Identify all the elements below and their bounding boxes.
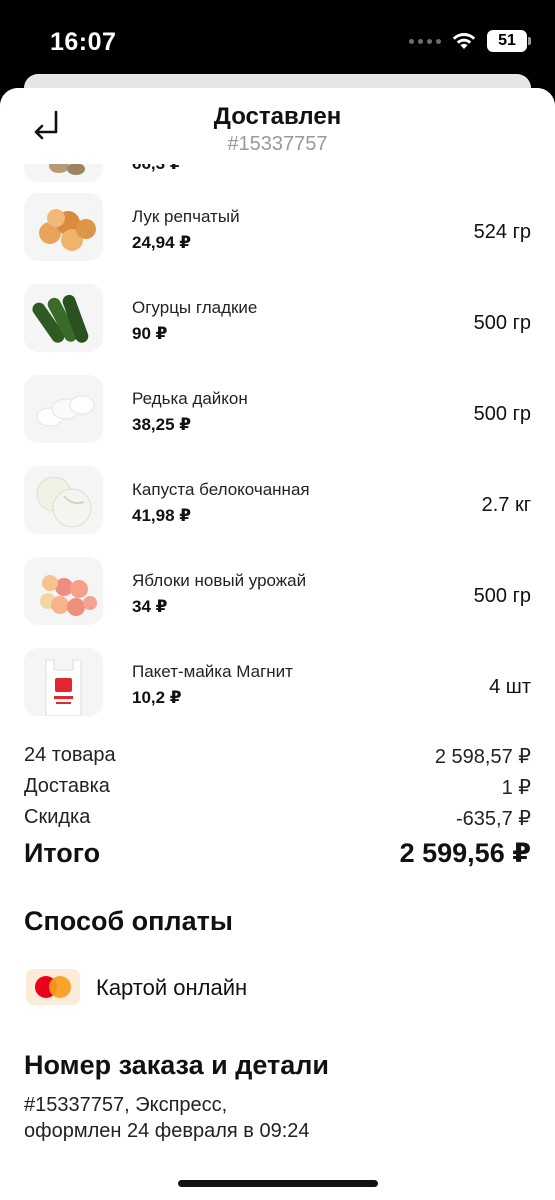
apple-image (24, 557, 103, 625)
item-quantity: 500 гр (473, 312, 531, 334)
order-details-line2: оформлен 24 февраля в 09:24 (24, 1120, 310, 1142)
goods-sum-value: 2 598,57 ₽ (434, 746, 531, 768)
list-item[interactable]: Редька дайкон 38,25 ₽ 500 гр (0, 375, 555, 445)
summary-goods-row: 24 товара 2 598,57 ₽ (24, 744, 531, 769)
wifi-icon (452, 33, 476, 49)
item-quantity: 524 гр (473, 221, 531, 243)
item-quantity: 500 гр (473, 403, 531, 425)
item-name: Капуста белокочанная (132, 480, 310, 499)
daikon-image (24, 375, 103, 443)
payment-section-title: Способ оплаты (24, 906, 233, 936)
delivery-label: Доставка (24, 775, 110, 797)
list-item[interactable]: Пакет-майка Магнит 10,2 ₽ 4 шт (0, 648, 555, 718)
order-sheet: Доставлен #15337757 66,3 ₽ Лук репчатый … (0, 88, 555, 1200)
item-quantity: 500 гр (473, 585, 531, 607)
item-price: 10,2 ₽ (132, 688, 182, 707)
item-name: Лук репчатый (132, 207, 240, 226)
list-item[interactable]: Огурцы гладкие 90 ₽ 500 гр (0, 284, 555, 354)
list-item-partial[interactable]: 66,3 ₽ (0, 164, 555, 184)
battery-level: 51 (498, 32, 516, 49)
summary-discount-row: Скидка -635,7 ₽ (24, 806, 531, 831)
discount-value: -635,7 ₽ (456, 808, 531, 830)
order-status-title: Доставлен (213, 103, 342, 130)
item-quantity: 4 шт (489, 676, 531, 698)
item-price: 34 ₽ (132, 597, 168, 616)
delivery-value: 1 ₽ (501, 777, 531, 799)
discount-label: Скидка (24, 806, 91, 828)
item-price: 41,98 ₽ (132, 506, 192, 525)
order-number: #15337757 (227, 133, 328, 155)
total-value: 2 599,56 ₽ (399, 838, 531, 868)
item-price: 66,3 ₽ (132, 164, 182, 174)
summary-delivery-row: Доставка 1 ₽ (24, 775, 531, 800)
home-indicator (178, 1180, 378, 1187)
item-name: Яблоки новый урожай (132, 571, 307, 590)
cabbage-image (24, 466, 103, 534)
item-price: 38,25 ₽ (132, 415, 192, 434)
order-items-list: 66,3 ₽ Лук репчатый 24,94 ₽ 524 гр (0, 164, 555, 728)
battery-icon: 51 (487, 30, 531, 52)
goods-count-label: 24 товара (24, 744, 116, 766)
total-label: Итого (24, 838, 101, 868)
mastercard-icon (26, 969, 80, 1005)
item-price: 24,94 ₽ (132, 233, 192, 252)
item-name: Редька дайкон (132, 389, 248, 408)
item-name: Пакет-майка Магнит (132, 662, 293, 681)
status-icons: 51 (409, 30, 531, 52)
item-quantity: 2.7 кг (481, 494, 531, 516)
list-item[interactable]: Лук репчатый 24,94 ₽ 524 гр (0, 193, 555, 263)
order-header: Доставлен #15337757 (0, 88, 555, 164)
status-time: 16:07 (50, 28, 117, 56)
payment-method-label: Картой онлайн (96, 975, 248, 1000)
item-name: Огурцы гладкие (132, 298, 258, 317)
onion-image (24, 193, 103, 261)
item-price: 90 ₽ (132, 324, 168, 343)
cucumber-image (24, 284, 103, 352)
order-details-title: Номер заказа и детали (24, 1050, 330, 1080)
summary-total-row: Итого 2 599,56 ₽ (24, 838, 531, 869)
plastic-bag-image (24, 648, 103, 716)
product-image (24, 164, 103, 182)
list-item[interactable]: Капуста белокочанная 41,98 ₽ 2.7 кг (0, 466, 555, 536)
list-item[interactable]: Яблоки новый урожай 34 ₽ 500 гр (0, 557, 555, 627)
cellular-signal-icon (409, 38, 441, 44)
order-details-line1: #15337757, Экспресс, (24, 1094, 228, 1116)
